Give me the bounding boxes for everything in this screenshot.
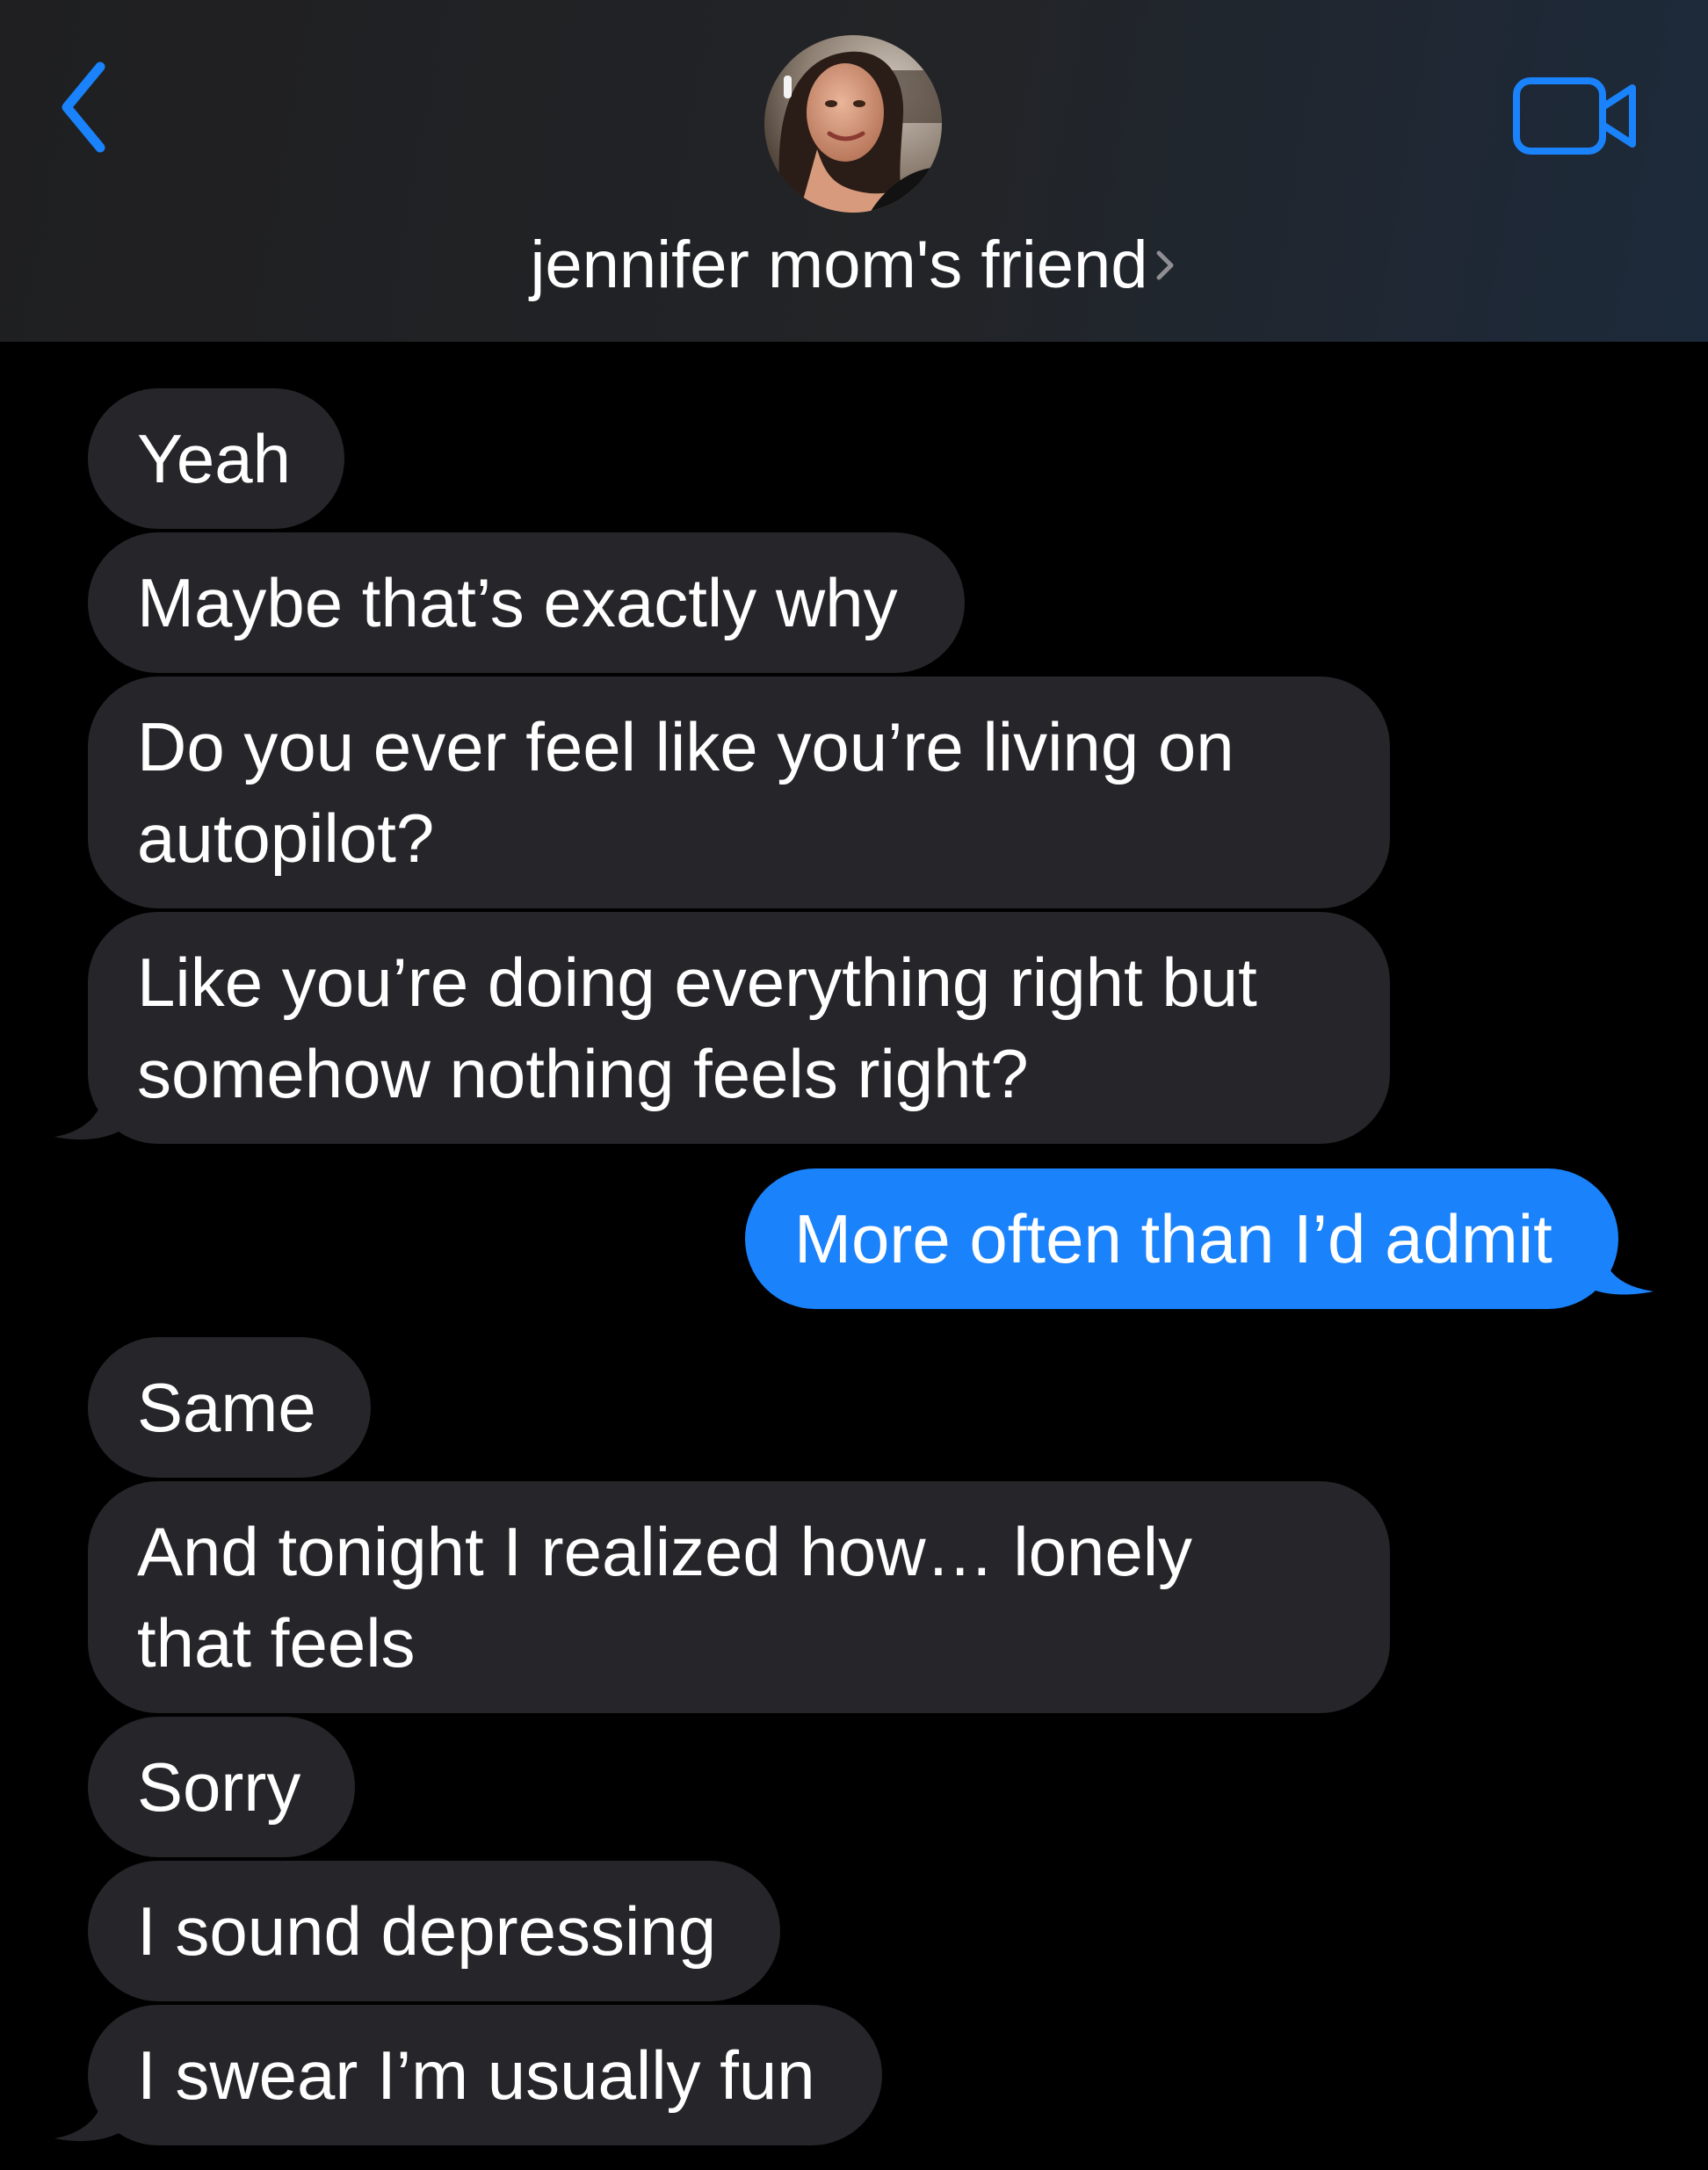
back-button[interactable] xyxy=(54,54,128,160)
message-text-line: Like you’re doing everything right but xyxy=(137,944,1257,1021)
message-bubble-incoming[interactable]: Like you’re doing everything right but s… xyxy=(88,912,1390,1144)
message-bubble-incoming[interactable]: Sorry xyxy=(88,1717,355,1857)
message-text: Sorry xyxy=(137,1748,301,1826)
facetime-video-button[interactable] xyxy=(1511,72,1643,160)
avatar-photo xyxy=(764,35,942,213)
chevron-left-icon xyxy=(62,61,105,153)
message-bubble-incoming[interactable]: Do you ever feel like you’re living on a… xyxy=(88,676,1390,908)
bubble-tail-incoming xyxy=(54,1082,134,1140)
message-text: Same xyxy=(137,1369,316,1446)
message-text-line: Do you ever feel like you’re living on xyxy=(137,708,1234,785)
bubble-tail-outgoing xyxy=(1574,1244,1654,1295)
conversation-header: jennifer mom's friend xyxy=(0,0,1708,342)
bubble-tail-incoming xyxy=(54,2084,134,2142)
message-bubble-incoming[interactable]: I sound depressing xyxy=(88,1861,780,2001)
contact-name: jennifer mom's friend xyxy=(530,227,1148,302)
message-bubble-incoming[interactable]: I swear I’m usually fun xyxy=(88,2005,882,2145)
message-text: Yeah xyxy=(137,420,292,497)
message-text: I sound depressing xyxy=(137,1892,717,1970)
message-bubble-incoming[interactable]: Maybe that’s exactly why xyxy=(88,532,965,673)
message-bubble-incoming[interactable]: Same xyxy=(88,1337,371,1478)
video-camera-icon xyxy=(1513,77,1636,155)
message-bubble-incoming[interactable]: And tonight I realized how… lonely that … xyxy=(88,1481,1390,1713)
contact-name-button[interactable]: jennifer mom's friend xyxy=(0,221,1708,302)
message-bubble-incoming[interactable]: Yeah xyxy=(88,388,344,529)
chevron-right-icon xyxy=(1156,250,1173,280)
message-text-line: autopilot? xyxy=(137,799,435,877)
message-text-line: somehow nothing feels right? xyxy=(137,1035,1029,1112)
message-text: More often than I’d admit xyxy=(794,1200,1552,1277)
contact-avatar[interactable] xyxy=(764,35,942,213)
message-text-line: And tonight I realized how… lonely xyxy=(137,1513,1193,1590)
message-text: Maybe that’s exactly why xyxy=(137,564,898,641)
message-text-line: that feels xyxy=(137,1604,416,1682)
message-text: I swear I’m usually fun xyxy=(137,2036,815,2114)
message-bubble-outgoing[interactable]: More often than I’d admit xyxy=(745,1168,1618,1309)
